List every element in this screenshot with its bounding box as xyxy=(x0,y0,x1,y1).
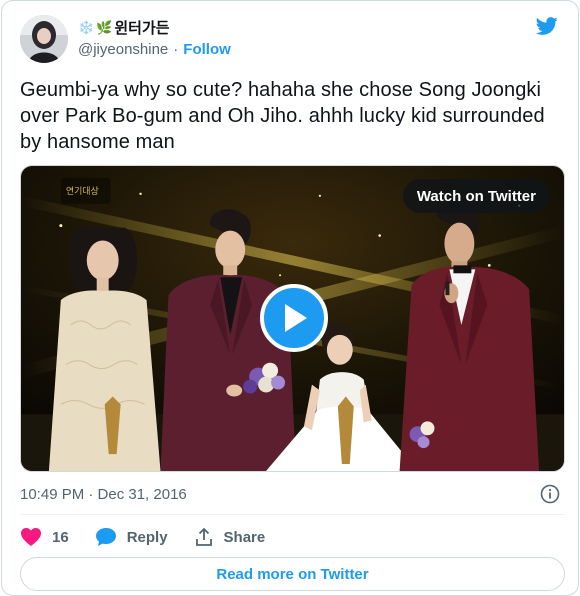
reply-button[interactable]: Reply xyxy=(95,527,168,547)
follow-button[interactable]: Follow xyxy=(183,41,231,58)
like-button[interactable]: 16 xyxy=(20,527,69,547)
like-count: 16 xyxy=(52,528,69,546)
avatar[interactable] xyxy=(20,15,68,63)
tweet-timestamp[interactable]: 10:49 PM · Dec 31, 2016 xyxy=(20,486,187,503)
display-name-row[interactable]: ❄️ 🌿 윈터가든 xyxy=(78,17,170,37)
share-icon xyxy=(195,528,212,546)
handle-row: @jiyeonshine · Follow xyxy=(78,41,231,58)
svg-text:연기대상: 연기대상 xyxy=(66,186,99,197)
divider xyxy=(20,514,565,515)
separator-dot: · xyxy=(173,41,179,58)
twitter-bird-icon[interactable] xyxy=(534,15,560,37)
play-icon xyxy=(285,304,307,332)
info-icon[interactable] xyxy=(540,484,560,504)
action-bar: 16 Reply Share xyxy=(20,525,291,549)
share-label: Share xyxy=(223,528,266,546)
heart-icon xyxy=(21,528,41,546)
user-handle[interactable]: @jiyeonshine xyxy=(78,41,168,58)
tweet-text: Geumbi-ya why so cute? hahaha she chose … xyxy=(20,79,545,153)
reply-bubble-icon xyxy=(95,528,116,546)
broadcast-logo: 연기대상 xyxy=(60,177,111,204)
play-button[interactable] xyxy=(260,284,328,352)
share-button[interactable]: Share xyxy=(194,527,266,547)
watch-on-twitter-button[interactable]: Watch on Twitter xyxy=(402,179,550,213)
display-name[interactable]: 윈터가든 xyxy=(114,17,169,38)
snowflake-icon: ❄️ xyxy=(78,19,95,35)
read-more-button[interactable]: Read more on Twitter xyxy=(20,557,565,591)
reply-label: Reply xyxy=(126,528,168,546)
herb-icon: 🌿 xyxy=(96,19,113,35)
tweet-card: ❄️ 🌿 윈터가든 @jiyeonshine · Follow Geumbi-y… xyxy=(1,0,579,596)
video-player[interactable]: 연기대상 Watch on Twitter xyxy=(20,165,565,472)
